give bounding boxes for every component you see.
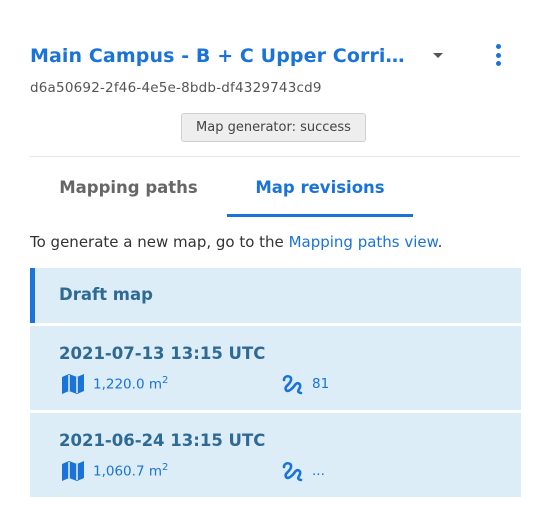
info-prefix: To generate a new map, go to the [30,233,289,251]
revision-area: 1,220.0 m2 [61,372,168,396]
revision-paths: ... [280,459,325,483]
revision-date: 2021-06-24 13:15 UTC [59,431,266,450]
area-value: 1,060.7 m [93,463,162,480]
revision-card[interactable]: 2021-06-24 13:15 UTC 1,060.7 m2 ... [30,413,521,497]
header: Main Campus - B + C Upper Corridor [30,40,520,72]
tab-mapping-paths[interactable]: Mapping paths [30,170,227,214]
map-icon [62,374,84,394]
page-title[interactable]: Main Campus - B + C Upper Corridor [30,45,410,67]
route-icon [282,374,303,395]
area-value: 1,220.0 m [93,376,162,393]
draft-map-label: Draft map [59,285,153,304]
mapping-paths-link[interactable]: Mapping paths view [289,233,438,251]
revision-paths: 81 [280,372,329,396]
map-uuid: d6a50692-2f46-4e5e-8bdb-df4329743cd9 [30,80,322,96]
more-vert-icon[interactable] [492,44,504,66]
paths-count: 81 [312,376,330,392]
revision-area: 1,060.7 m2 [61,459,168,483]
divider [30,156,520,157]
revision-card[interactable]: 2021-07-13 13:15 UTC 1,220.0 m2 81 [30,326,521,410]
status-badge: Map generator: success [181,113,366,142]
info-suffix: . [437,233,443,251]
tab-map-revisions[interactable]: Map revisions [227,170,413,217]
map-icon [62,461,84,481]
area-unit-sup: 2 [161,462,169,474]
caret-down-icon[interactable] [433,53,443,58]
info-text: To generate a new map, go to the Mapping… [30,233,442,251]
paths-count: ... [312,463,325,479]
route-icon [282,461,303,482]
area-unit-sup: 2 [161,375,169,387]
revision-date: 2021-07-13 13:15 UTC [59,344,266,363]
draft-map-card[interactable]: Draft map [30,268,521,323]
